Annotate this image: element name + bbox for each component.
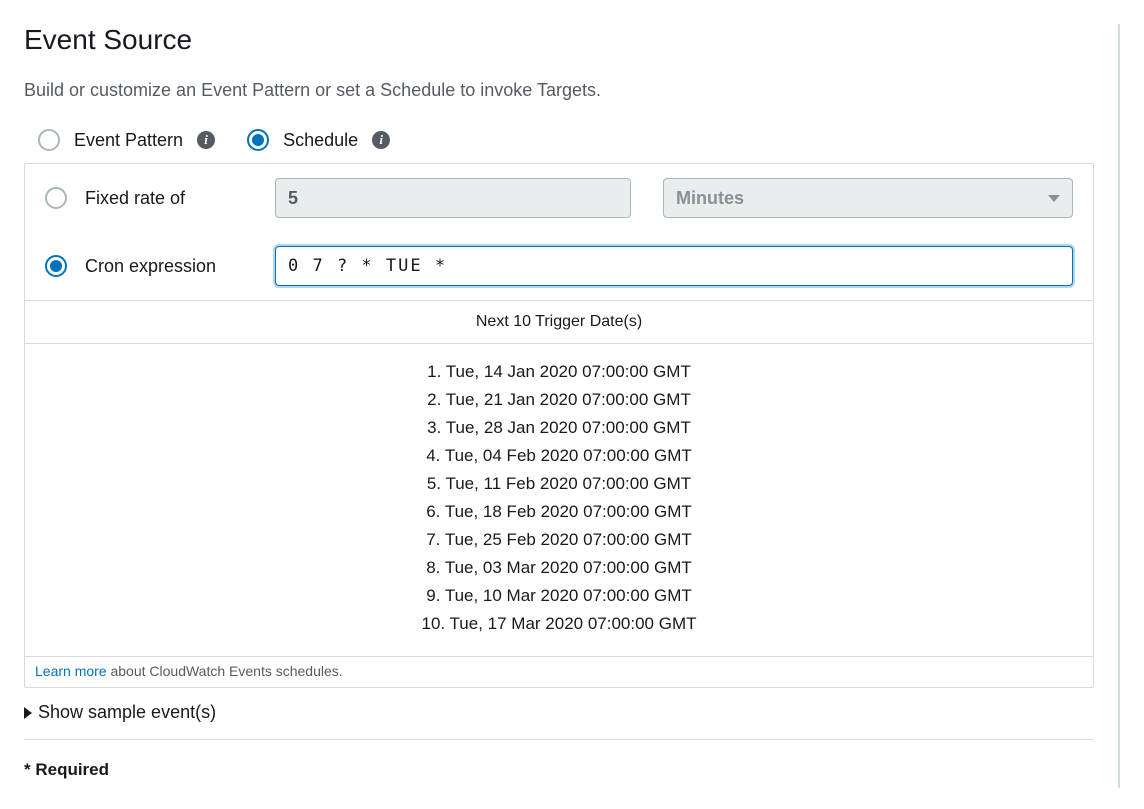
learn-more-link[interactable]: Learn more xyxy=(35,663,107,679)
event-pattern-radio[interactable] xyxy=(38,129,60,151)
caret-right-icon xyxy=(24,707,32,719)
cron-radio[interactable] xyxy=(45,255,67,277)
fixed-rate-input[interactable] xyxy=(275,178,631,218)
chevron-down-icon xyxy=(1048,195,1060,202)
cron-row: Cron expression xyxy=(25,232,1093,300)
info-icon[interactable]: i xyxy=(372,131,390,149)
trigger-item: 6. Tue, 18 Feb 2020 07:00:00 GMT xyxy=(25,498,1093,526)
trigger-item: 5. Tue, 11 Feb 2020 07:00:00 GMT xyxy=(25,470,1093,498)
cron-input[interactable] xyxy=(275,246,1073,286)
required-note: * Required xyxy=(24,760,1094,780)
learn-more-text: about CloudWatch Events schedules. xyxy=(107,663,343,679)
page-title: Event Source xyxy=(24,24,1094,56)
show-sample-events-toggle[interactable]: Show sample event(s) xyxy=(24,702,1094,723)
info-icon[interactable]: i xyxy=(197,131,215,149)
event-pattern-label: Event Pattern xyxy=(74,130,183,151)
trigger-item: 7. Tue, 25 Feb 2020 07:00:00 GMT xyxy=(25,526,1093,554)
schedule-config-box: Fixed rate of Minutes Cron expression Ne… xyxy=(24,163,1094,688)
learn-more-row: Learn more about CloudWatch Events sched… xyxy=(25,657,1093,687)
divider xyxy=(24,739,1094,740)
event-pattern-option[interactable]: Event Pattern i xyxy=(38,129,215,151)
trigger-item: 1. Tue, 14 Jan 2020 07:00:00 GMT xyxy=(25,358,1093,386)
trigger-item: 3. Tue, 28 Jan 2020 07:00:00 GMT xyxy=(25,414,1093,442)
fixed-rate-row: Fixed rate of Minutes xyxy=(25,164,1093,232)
source-type-group: Event Pattern i Schedule i xyxy=(24,129,1094,151)
schedule-radio[interactable] xyxy=(247,129,269,151)
page-description: Build or customize an Event Pattern or s… xyxy=(24,80,1094,101)
schedule-option[interactable]: Schedule i xyxy=(247,129,390,151)
trigger-item: 10. Tue, 17 Mar 2020 07:00:00 GMT xyxy=(25,610,1093,638)
fixed-rate-label: Fixed rate of xyxy=(85,188,257,209)
cron-label: Cron expression xyxy=(85,256,257,277)
trigger-list: 1. Tue, 14 Jan 2020 07:00:00 GMT 2. Tue,… xyxy=(25,344,1093,657)
trigger-item: 2. Tue, 21 Jan 2020 07:00:00 GMT xyxy=(25,386,1093,414)
fixed-rate-unit-select[interactable]: Minutes xyxy=(663,178,1073,218)
show-sample-events-label: Show sample event(s) xyxy=(38,702,216,723)
schedule-label: Schedule xyxy=(283,130,358,151)
trigger-item: 8. Tue, 03 Mar 2020 07:00:00 GMT xyxy=(25,554,1093,582)
trigger-dates-header: Next 10 Trigger Date(s) xyxy=(25,300,1093,344)
fixed-rate-unit-value: Minutes xyxy=(676,188,744,209)
fixed-rate-radio[interactable] xyxy=(45,187,67,209)
trigger-item: 4. Tue, 04 Feb 2020 07:00:00 GMT xyxy=(25,442,1093,470)
trigger-item: 9. Tue, 10 Mar 2020 07:00:00 GMT xyxy=(25,582,1093,610)
